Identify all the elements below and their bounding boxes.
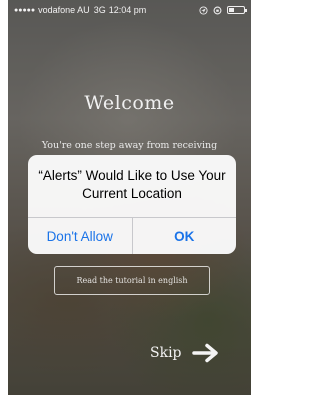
arrow-right-icon <box>191 343 218 363</box>
status-time: 12:04 pm <box>108 5 147 15</box>
location-permission-alert: “Alerts” Would Like to Use Your Current … <box>28 155 236 254</box>
location-icon <box>199 5 208 15</box>
alert-buttons: Don't Allow OK <box>28 217 236 254</box>
alert-title: “Alerts” Would Like to Use Your Current … <box>38 168 226 201</box>
carrier-name: vodafone AU <box>38 5 90 15</box>
skip-label: Skip <box>150 345 182 361</box>
skip-button[interactable]: Skip <box>150 342 219 364</box>
signal-strength-icon: ●●●●● <box>14 6 36 14</box>
orientation-lock-icon <box>213 6 222 14</box>
status-bar: ●●●●● vodafone AU 3G 12:04 pm <box>8 0 251 20</box>
welcome-subtitle: You're one step away from receiving <box>41 140 218 151</box>
network-type: 3G <box>93 5 106 15</box>
dont-allow-button[interactable]: Don't Allow <box>28 218 132 254</box>
battery-icon <box>227 6 247 14</box>
read-tutorial-button[interactable]: Read the tutorial in english <box>54 266 210 295</box>
app-screen: ●●●●● vodafone AU 3G 12:04 pm Welcome Yo… <box>8 0 251 395</box>
battery-level <box>229 8 234 12</box>
ok-button[interactable]: OK <box>131 218 237 254</box>
welcome-title: Welcome <box>84 92 175 114</box>
